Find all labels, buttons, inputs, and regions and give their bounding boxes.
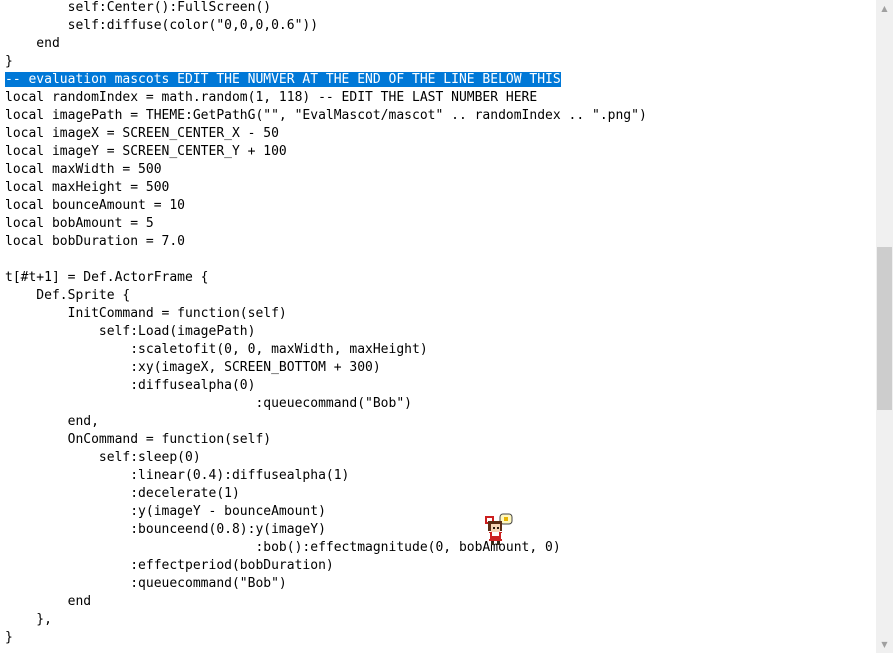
- code-line[interactable]: [5, 251, 647, 269]
- code-line[interactable]: :scaletofit(0, 0, maxWidth, maxHeight): [5, 341, 647, 359]
- scroll-up-arrow-icon[interactable]: ▲: [876, 0, 893, 17]
- code-line[interactable]: :xy(imageX, SCREEN_BOTTOM + 300): [5, 359, 647, 377]
- selected-text: -- evaluation mascots EDIT THE NUMVER AT…: [5, 72, 561, 87]
- code-line[interactable]: OnCommand = function(self): [5, 431, 647, 449]
- code-text: }: [5, 54, 13, 69]
- code-line[interactable]: local maxWidth = 500: [5, 161, 647, 179]
- code-line[interactable]: :diffusealpha(0): [5, 377, 647, 395]
- code-text: :diffusealpha(0): [5, 378, 256, 393]
- code-line[interactable]: -- evaluation mascots EDIT THE NUMVER AT…: [5, 71, 647, 89]
- code-text: t[#t+1] = Def.ActorFrame {: [5, 270, 209, 285]
- code-text: :y(imageY - bounceAmount): [5, 504, 326, 519]
- code-text: :scaletofit(0, 0, maxWidth, maxHeight): [5, 342, 428, 357]
- code-line[interactable]: local imageY = SCREEN_CENTER_Y + 100: [5, 143, 647, 161]
- code-text: :effectperiod(bobDuration): [5, 558, 334, 573]
- code-editor[interactable]: self:Center():FullScreen() self:diffuse(…: [0, 0, 876, 653]
- code-text: local maxWidth = 500: [5, 162, 162, 177]
- code-text: :decelerate(1): [5, 486, 240, 501]
- code-line[interactable]: local bobDuration = 7.0: [5, 233, 647, 251]
- code-line[interactable]: },: [5, 611, 647, 629]
- code-line[interactable]: :linear(0.4):diffusealpha(1): [5, 467, 647, 485]
- code-lines: self:Center():FullScreen() self:diffuse(…: [5, 0, 647, 647]
- code-line[interactable]: }: [5, 629, 647, 647]
- code-line[interactable]: local maxHeight = 500: [5, 179, 647, 197]
- mascot-sprite-icon: [485, 513, 513, 545]
- code-text: local bounceAmount = 10: [5, 198, 186, 213]
- code-text: local imageX = SCREEN_CENTER_X - 50: [5, 126, 279, 141]
- vertical-scrollbar[interactable]: ▲ ▼: [876, 0, 893, 653]
- code-line[interactable]: end: [5, 593, 647, 611]
- code-line[interactable]: self:Center():FullScreen(): [5, 0, 647, 17]
- code-line[interactable]: end,: [5, 413, 647, 431]
- code-text: }: [5, 630, 13, 645]
- code-text: :bob():effectmagnitude(0, bobAmount, 0): [5, 540, 561, 555]
- code-line[interactable]: local randomIndex = math.random(1, 118) …: [5, 89, 647, 107]
- code-text: InitCommand = function(self): [5, 306, 287, 321]
- code-text: OnCommand = function(self): [5, 432, 272, 447]
- code-text: self:Center():FullScreen(): [5, 0, 272, 15]
- code-line[interactable]: local bobAmount = 5: [5, 215, 647, 233]
- code-line[interactable]: self:diffuse(color("0,0,0,0.6")): [5, 17, 647, 35]
- code-line[interactable]: local imageX = SCREEN_CENTER_X - 50: [5, 125, 647, 143]
- code-text: :xy(imageX, SCREEN_BOTTOM + 300): [5, 360, 381, 375]
- code-text: local bobAmount = 5: [5, 216, 154, 231]
- code-text: end: [5, 36, 60, 51]
- code-line[interactable]: self:sleep(0): [5, 449, 647, 467]
- code-text: local imagePath = THEME:GetPathG("", "Ev…: [5, 108, 647, 123]
- code-line[interactable]: local imagePath = THEME:GetPathG("", "Ev…: [5, 107, 647, 125]
- code-line[interactable]: InitCommand = function(self): [5, 305, 647, 323]
- code-text: local randomIndex = math.random(1, 118) …: [5, 90, 538, 105]
- code-line[interactable]: :decelerate(1): [5, 485, 647, 503]
- code-text: end,: [5, 414, 99, 429]
- code-text: Def.Sprite {: [5, 288, 131, 303]
- code-text: end: [5, 594, 92, 609]
- code-line[interactable]: }: [5, 53, 647, 71]
- code-text: :bounceend(0.8):y(imageY): [5, 522, 326, 537]
- code-text: self:Load(imagePath): [5, 324, 256, 339]
- code-line[interactable]: t[#t+1] = Def.ActorFrame {: [5, 269, 647, 287]
- code-line[interactable]: :queuecommand("Bob"): [5, 395, 647, 413]
- code-line[interactable]: :bob():effectmagnitude(0, bobAmount, 0): [5, 539, 647, 557]
- code-text: },: [5, 612, 52, 627]
- code-text: self:diffuse(color("0,0,0,0.6")): [5, 18, 319, 33]
- code-line[interactable]: local bounceAmount = 10: [5, 197, 647, 215]
- scroll-down-arrow-icon[interactable]: ▼: [876, 636, 893, 653]
- code-line[interactable]: Def.Sprite {: [5, 287, 647, 305]
- code-text: self:sleep(0): [5, 450, 201, 465]
- code-text: local bobDuration = 7.0: [5, 234, 186, 249]
- code-line[interactable]: :effectperiod(bobDuration): [5, 557, 647, 575]
- code-line[interactable]: :y(imageY - bounceAmount): [5, 503, 647, 521]
- code-text: local maxHeight = 500: [5, 180, 170, 195]
- scrollbar-thumb[interactable]: [877, 247, 892, 410]
- code-text: :queuecommand("Bob"): [5, 576, 287, 591]
- code-line[interactable]: end: [5, 35, 647, 53]
- code-line[interactable]: self:Load(imagePath): [5, 323, 647, 341]
- code-text: :linear(0.4):diffusealpha(1): [5, 468, 350, 483]
- code-text: local imageY = SCREEN_CENTER_Y + 100: [5, 144, 287, 159]
- code-line[interactable]: :queuecommand("Bob"): [5, 575, 647, 593]
- code-line[interactable]: :bounceend(0.8):y(imageY): [5, 521, 647, 539]
- code-text: :queuecommand("Bob"): [5, 396, 412, 411]
